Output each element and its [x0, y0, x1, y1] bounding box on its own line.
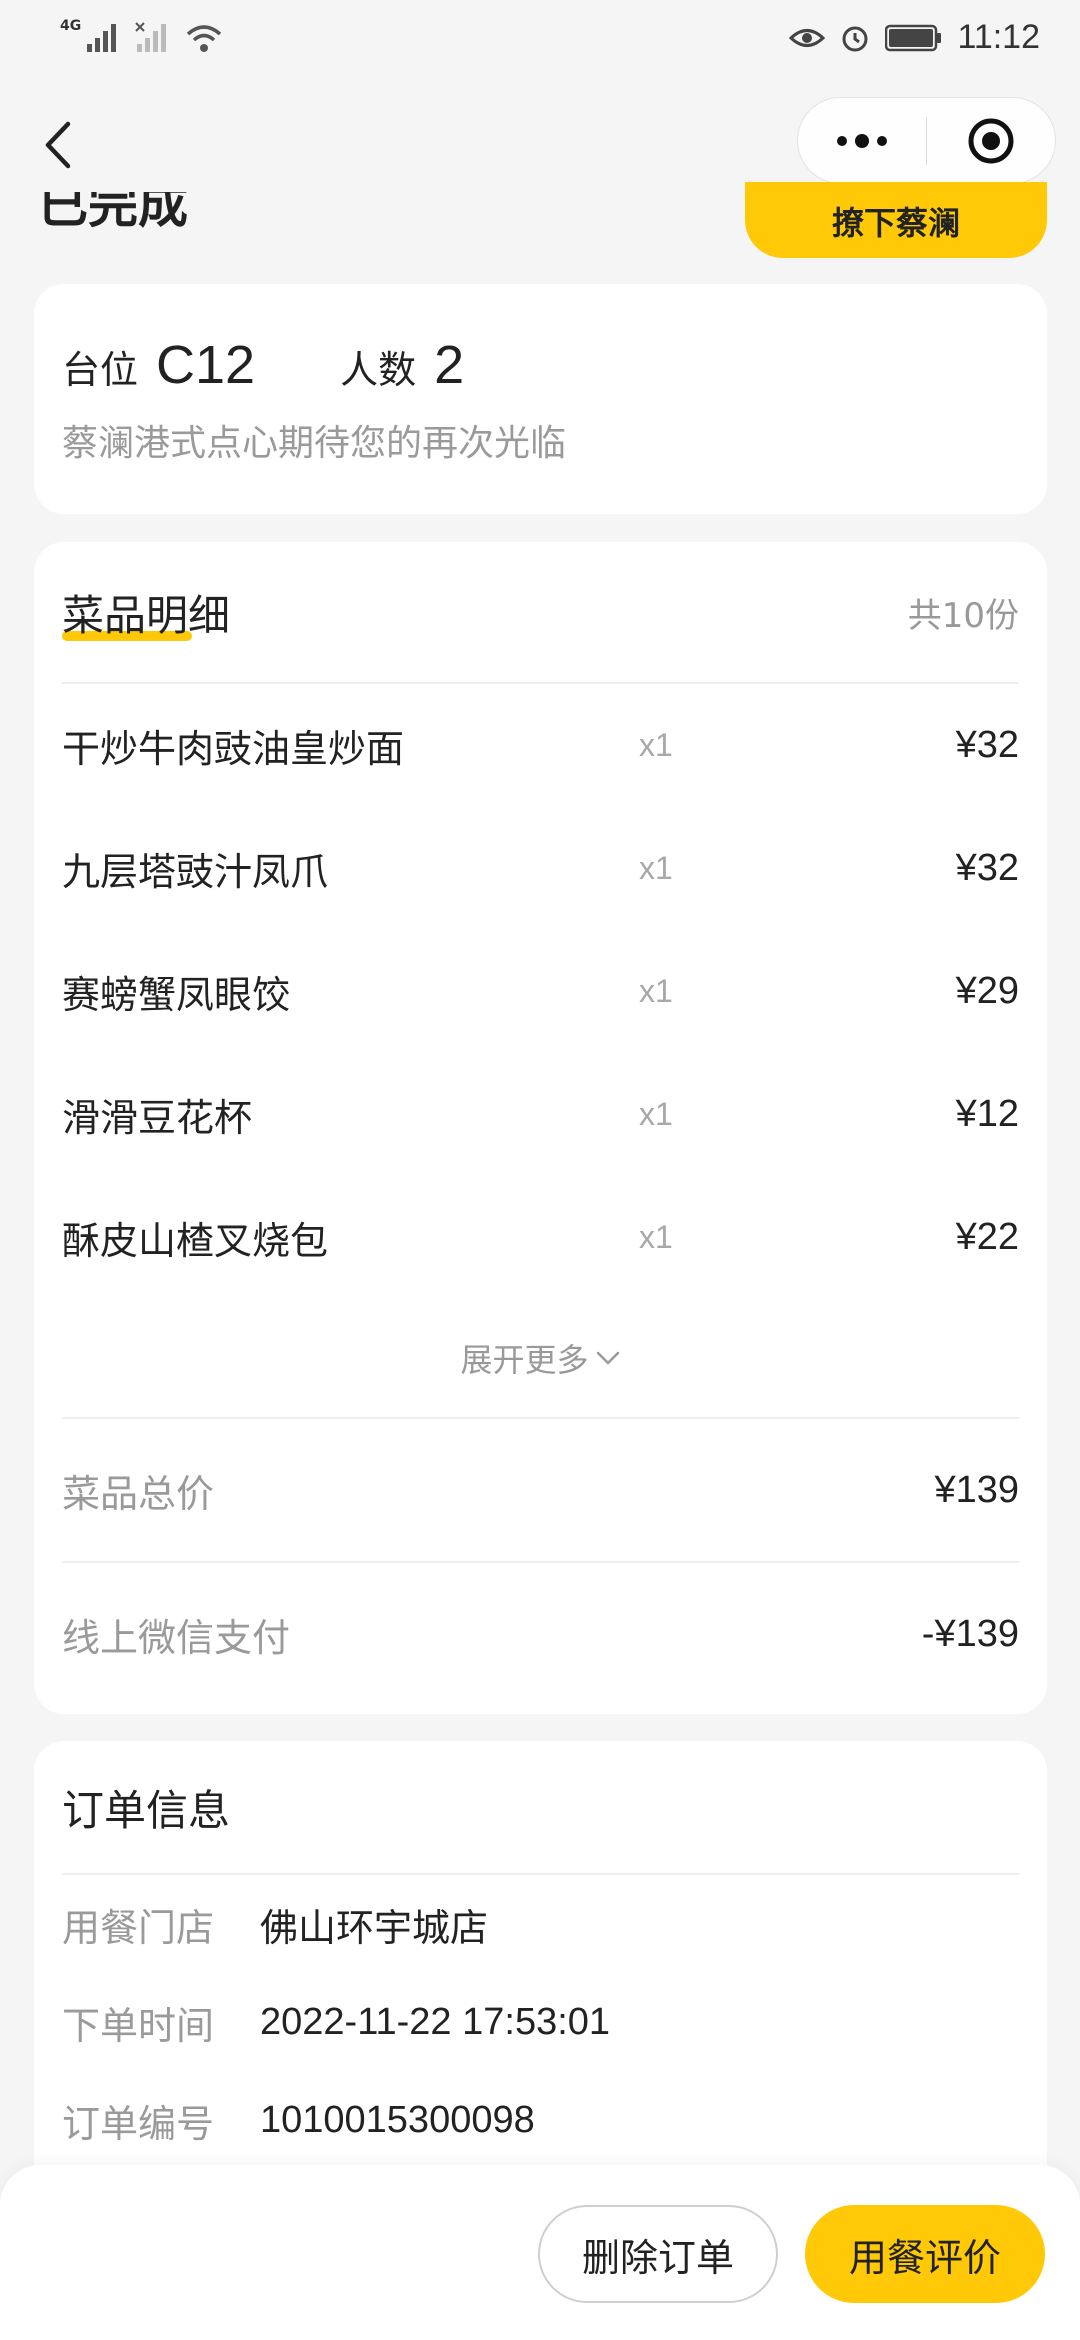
order-row-value: 2022-11-22 17:53:01 — [260, 2000, 611, 2043]
people-value: 2 — [434, 335, 465, 395]
dishes-title: 菜品明细 — [62, 590, 231, 641]
total-price-label: 菜品总价 — [62, 1471, 215, 1516]
chevron-down-icon — [596, 1351, 619, 1365]
target-circle-icon — [968, 118, 1014, 163]
payment-row: 线上微信支付 -¥139 — [62, 1561, 1019, 1705]
more-button[interactable] — [798, 98, 926, 183]
payment-value: -¥139 — [921, 1612, 1019, 1655]
expand-more-label: 展开更多 — [460, 1341, 589, 1379]
dish-row: 赛螃蟹凤眼饺 x1 ¥29 — [62, 930, 1019, 1053]
table-info-card: 台位 C12 人数 2 蔡澜港式点心期待您的再次光临 — [34, 284, 1047, 514]
dish-qty: x1 — [639, 973, 673, 1009]
battery-icon — [885, 24, 942, 51]
table-line: 台位 C12 人数 2 — [62, 334, 1019, 396]
dish-price: ¥32 — [955, 724, 1019, 766]
dish-row: 滑滑豆花杯 x1 ¥12 — [62, 1053, 1019, 1176]
total-price-value: ¥139 — [934, 1468, 1019, 1511]
dish-row: 九层塔豉汁凤爪 x1 ¥32 — [62, 807, 1019, 930]
navigation-bar — [0, 90, 1080, 190]
table-value: C12 — [156, 335, 256, 395]
dish-name: 九层塔豉汁凤爪 — [62, 850, 329, 894]
welcome-subtitle: 蔡澜港式点心期待您的再次光临 — [62, 423, 567, 464]
back-button[interactable] — [40, 115, 90, 175]
status-left: 4G — [60, 18, 223, 54]
order-row-value: 佛山环宇城店 — [260, 1907, 489, 1950]
dish-price: ¥29 — [955, 970, 1019, 1012]
order-row-store: 用餐门店 佛山环宇城店 — [62, 1875, 1019, 1973]
network-type: 4G — [60, 17, 82, 34]
dish-name: 赛螃蟹凤眼饺 — [62, 973, 291, 1017]
clock-time: 11:12 — [957, 18, 1040, 56]
bottom-action-bar: 删除订单 用餐评价 — [0, 2165, 1080, 2340]
expand-more-button[interactable]: 展开更多 — [62, 1299, 1019, 1417]
dining-review-button[interactable]: 用餐评价 — [805, 2205, 1045, 2303]
dish-price: ¥32 — [955, 847, 1019, 889]
mini-program-capsule — [797, 97, 1056, 184]
dish-row: 酥皮山楂叉烧包 x1 ¥22 — [62, 1176, 1019, 1299]
status-right: 11:12 — [789, 18, 1040, 57]
status-action-button[interactable]: 撩下蔡澜 — [745, 182, 1047, 258]
eye-icon — [789, 28, 826, 47]
close-mini-program-button[interactable] — [927, 98, 1055, 183]
order-row-time: 下单时间 2022-11-22 17:53:01 — [62, 1973, 1019, 2071]
dish-price: ¥12 — [955, 1093, 1019, 1135]
delete-order-button[interactable]: 删除订单 — [538, 2205, 778, 2303]
dish-qty: x1 — [639, 727, 673, 763]
signal-icon — [87, 23, 117, 52]
dish-qty: x1 — [639, 1096, 673, 1132]
order-row-label: 订单编号 — [62, 2101, 215, 2146]
dish-name: 酥皮山楂叉烧包 — [62, 1219, 329, 1263]
signal-x-icon — [135, 21, 167, 52]
chevron-left-icon — [45, 121, 71, 169]
table-label: 台位 — [62, 348, 139, 392]
alarm-icon — [842, 26, 868, 51]
order-row-value[interactable]: 1010015300098 — [260, 2099, 535, 2142]
payment-label: 线上微信支付 — [62, 1615, 291, 1660]
order-row-label: 用餐门店 — [62, 1905, 215, 1950]
more-dots-icon — [837, 133, 887, 148]
dish-qty: x1 — [639, 1219, 673, 1255]
dishes-header: 菜品明细 共10份 — [62, 542, 1019, 684]
dishes-count: 共10份 — [907, 595, 1019, 636]
status-bar: 4G 11:12 — [0, 0, 1080, 75]
dish-qty: x1 — [639, 850, 673, 886]
dish-price: ¥22 — [955, 1216, 1019, 1258]
wifi-icon — [187, 24, 222, 52]
dish-name: 滑滑豆花杯 — [62, 1096, 253, 1140]
order-info-title: 订单信息 — [62, 1741, 1019, 1875]
dishes-card: 菜品明细 共10份 干炒牛肉豉油皇炒面 x1 ¥32 九层塔豉汁凤爪 x1 ¥3… — [34, 542, 1047, 1714]
people-label: 人数 — [340, 348, 417, 392]
total-price-row: 菜品总价 ¥139 — [62, 1417, 1019, 1561]
order-row-label: 下单时间 — [62, 2003, 215, 2048]
dish-row: 干炒牛肉豉油皇炒面 x1 ¥32 — [62, 684, 1019, 807]
order-row-number: 订单编号 1010015300098 — [62, 2071, 1019, 2169]
dish-name: 干炒牛肉豉油皇炒面 — [62, 727, 405, 771]
